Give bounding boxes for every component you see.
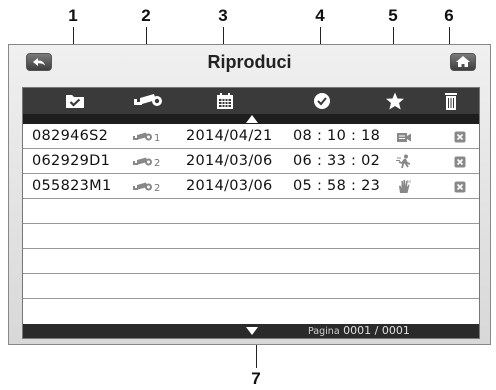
home-button[interactable] <box>450 53 476 71</box>
camera-number: 2 <box>154 158 161 169</box>
camera-icon <box>133 182 152 191</box>
delete-x-icon[interactable] <box>454 181 466 193</box>
camera-icon <box>133 132 152 141</box>
trash-icon[interactable] <box>440 91 462 111</box>
empty-row <box>23 299 479 323</box>
recording-time: 08 : 10 : 18 <box>293 128 381 144</box>
table-row[interactable]: 055823M1 2 2014/03/06 05 : 58 : 23 M <box>23 174 479 199</box>
motion-person-icon <box>396 154 411 169</box>
up-arrow-icon[interactable] <box>246 115 258 123</box>
callout-1: 1 <box>68 6 78 25</box>
empty-row <box>23 274 479 299</box>
clock-icon[interactable] <box>311 91 333 111</box>
playback-screen: 082946S2 1 2014/04/21 08 : 10 : 18 06292… <box>22 87 480 339</box>
camera-number: 1 <box>154 133 161 144</box>
camera-icon <box>133 157 152 166</box>
delete-x-icon[interactable] <box>454 131 466 143</box>
recording-time: 06 : 33 : 02 <box>293 153 381 169</box>
callout-4: 4 <box>315 6 325 25</box>
footer-bar: Pagina 0001 / 0001 <box>23 324 479 338</box>
camera-number: 2 <box>154 183 161 194</box>
page-title: Riproduci <box>207 52 292 72</box>
recording-date: 2014/03/06 <box>186 178 273 194</box>
manual-hand-icon: M <box>399 179 411 193</box>
empty-row <box>23 199 479 224</box>
title-bar: Riproduci <box>9 45 490 81</box>
pagination-label: Pagina <box>308 326 340 337</box>
file-name: 082946S2 <box>32 128 109 144</box>
file-name: 062929D1 <box>32 153 111 169</box>
callout-3: 3 <box>218 6 228 25</box>
folder-check-icon[interactable] <box>64 91 86 111</box>
recording-time: 05 : 58 : 23 <box>293 178 381 194</box>
empty-row <box>23 249 479 274</box>
down-arrow-icon[interactable] <box>246 327 258 335</box>
delete-x-icon[interactable] <box>454 156 466 168</box>
calendar-icon[interactable] <box>214 91 236 111</box>
svg-text:M: M <box>407 179 411 184</box>
table-row[interactable]: 082946S2 1 2014/04/21 08 : 10 : 18 <box>23 124 479 149</box>
file-name: 055823M1 <box>32 178 112 194</box>
device-frame: Riproduci 082946S2 1 2014/04/21 08: 10 … <box>8 44 491 345</box>
video-record-icon <box>397 133 411 142</box>
empty-row <box>23 224 479 249</box>
star-icon[interactable] <box>384 91 406 111</box>
recording-date: 2014/04/21 <box>186 128 273 144</box>
camera-icon[interactable] <box>132 91 164 111</box>
callout-5: 5 <box>388 6 398 25</box>
scroll-up-bar[interactable] <box>23 114 479 124</box>
table-row[interactable]: 062929D1 2 2014/03/06 06 : 33 : 02 <box>23 149 479 174</box>
callout-7: 7 <box>251 369 261 388</box>
header-toolbar <box>23 88 479 114</box>
pagination-value: 0001 / 0001 <box>343 324 410 337</box>
callout-2: 2 <box>141 6 151 25</box>
pagination-indicator: Pagina 0001 / 0001 <box>308 324 410 337</box>
recording-date: 2014/03/06 <box>186 153 273 169</box>
home-icon <box>456 56 470 67</box>
callout-6: 6 <box>444 6 454 25</box>
